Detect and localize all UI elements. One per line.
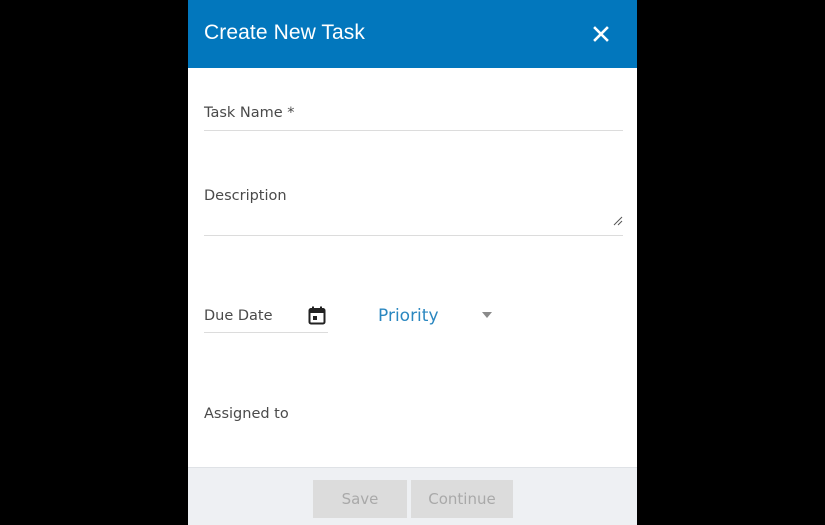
dialog-footer: Save Continue <box>188 467 637 525</box>
continue-button[interactable]: Continue <box>411 480 513 518</box>
create-task-dialog: Create New Task Task Name * Description … <box>188 0 637 525</box>
caret-down-icon <box>481 312 493 318</box>
dialog-header: Create New Task <box>188 0 637 68</box>
description-underline <box>204 235 623 236</box>
due-date-label: Due Date <box>204 308 273 324</box>
close-icon <box>591 24 611 44</box>
dialog-title: Create New Task <box>204 21 366 44</box>
description-label: Description <box>204 188 287 204</box>
save-button[interactable]: Save <box>313 480 407 518</box>
resize-handle-icon[interactable] <box>613 216 623 226</box>
task-name-label: Task Name * <box>204 105 295 121</box>
priority-label: Priority <box>378 306 439 326</box>
due-date-underline <box>204 332 328 333</box>
calendar-icon[interactable] <box>308 306 326 325</box>
close-button[interactable] <box>591 24 611 44</box>
priority-select[interactable]: Priority <box>378 300 498 332</box>
task-name-underline <box>204 130 623 131</box>
assigned-to-label: Assigned to <box>204 406 289 422</box>
